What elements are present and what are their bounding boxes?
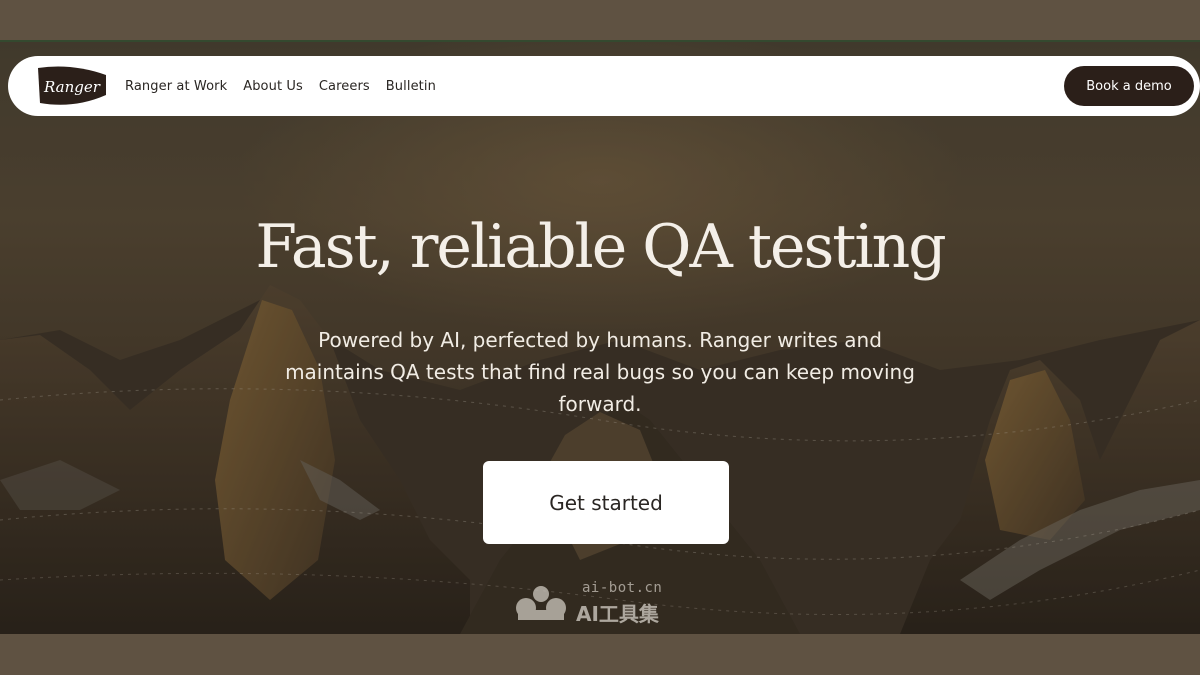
nav-links: Ranger at Work About Us Careers Bulletin: [125, 56, 436, 116]
nav-link-careers[interactable]: Careers: [319, 79, 370, 94]
top-navigation-bar: Ranger Ranger at Work About Us Careers B…: [8, 56, 1200, 116]
watermark-bot-icon: [516, 586, 566, 620]
browser-viewport: Ranger Ranger at Work About Us Careers B…: [0, 40, 1200, 634]
nav-link-ranger-at-work[interactable]: Ranger at Work: [125, 79, 227, 94]
nav-link-bulletin[interactable]: Bulletin: [386, 79, 436, 94]
site-watermark: ai-bot.cn AI工具集: [512, 580, 692, 626]
ranger-logo[interactable]: Ranger: [34, 65, 110, 107]
hero-subtext: Powered by AI, perfected by humans. Rang…: [285, 328, 915, 416]
logo-text: Ranger: [43, 78, 101, 96]
book-demo-button[interactable]: Book a demo: [1064, 66, 1194, 106]
watermark-domain: ai-bot.cn: [582, 580, 663, 596]
hero-headline: Fast, reliable QA testing: [255, 212, 946, 282]
get-started-button[interactable]: Get started: [483, 461, 729, 544]
nav-link-about-us[interactable]: About Us: [243, 79, 303, 94]
watermark-brand: AI工具集: [576, 602, 659, 626]
